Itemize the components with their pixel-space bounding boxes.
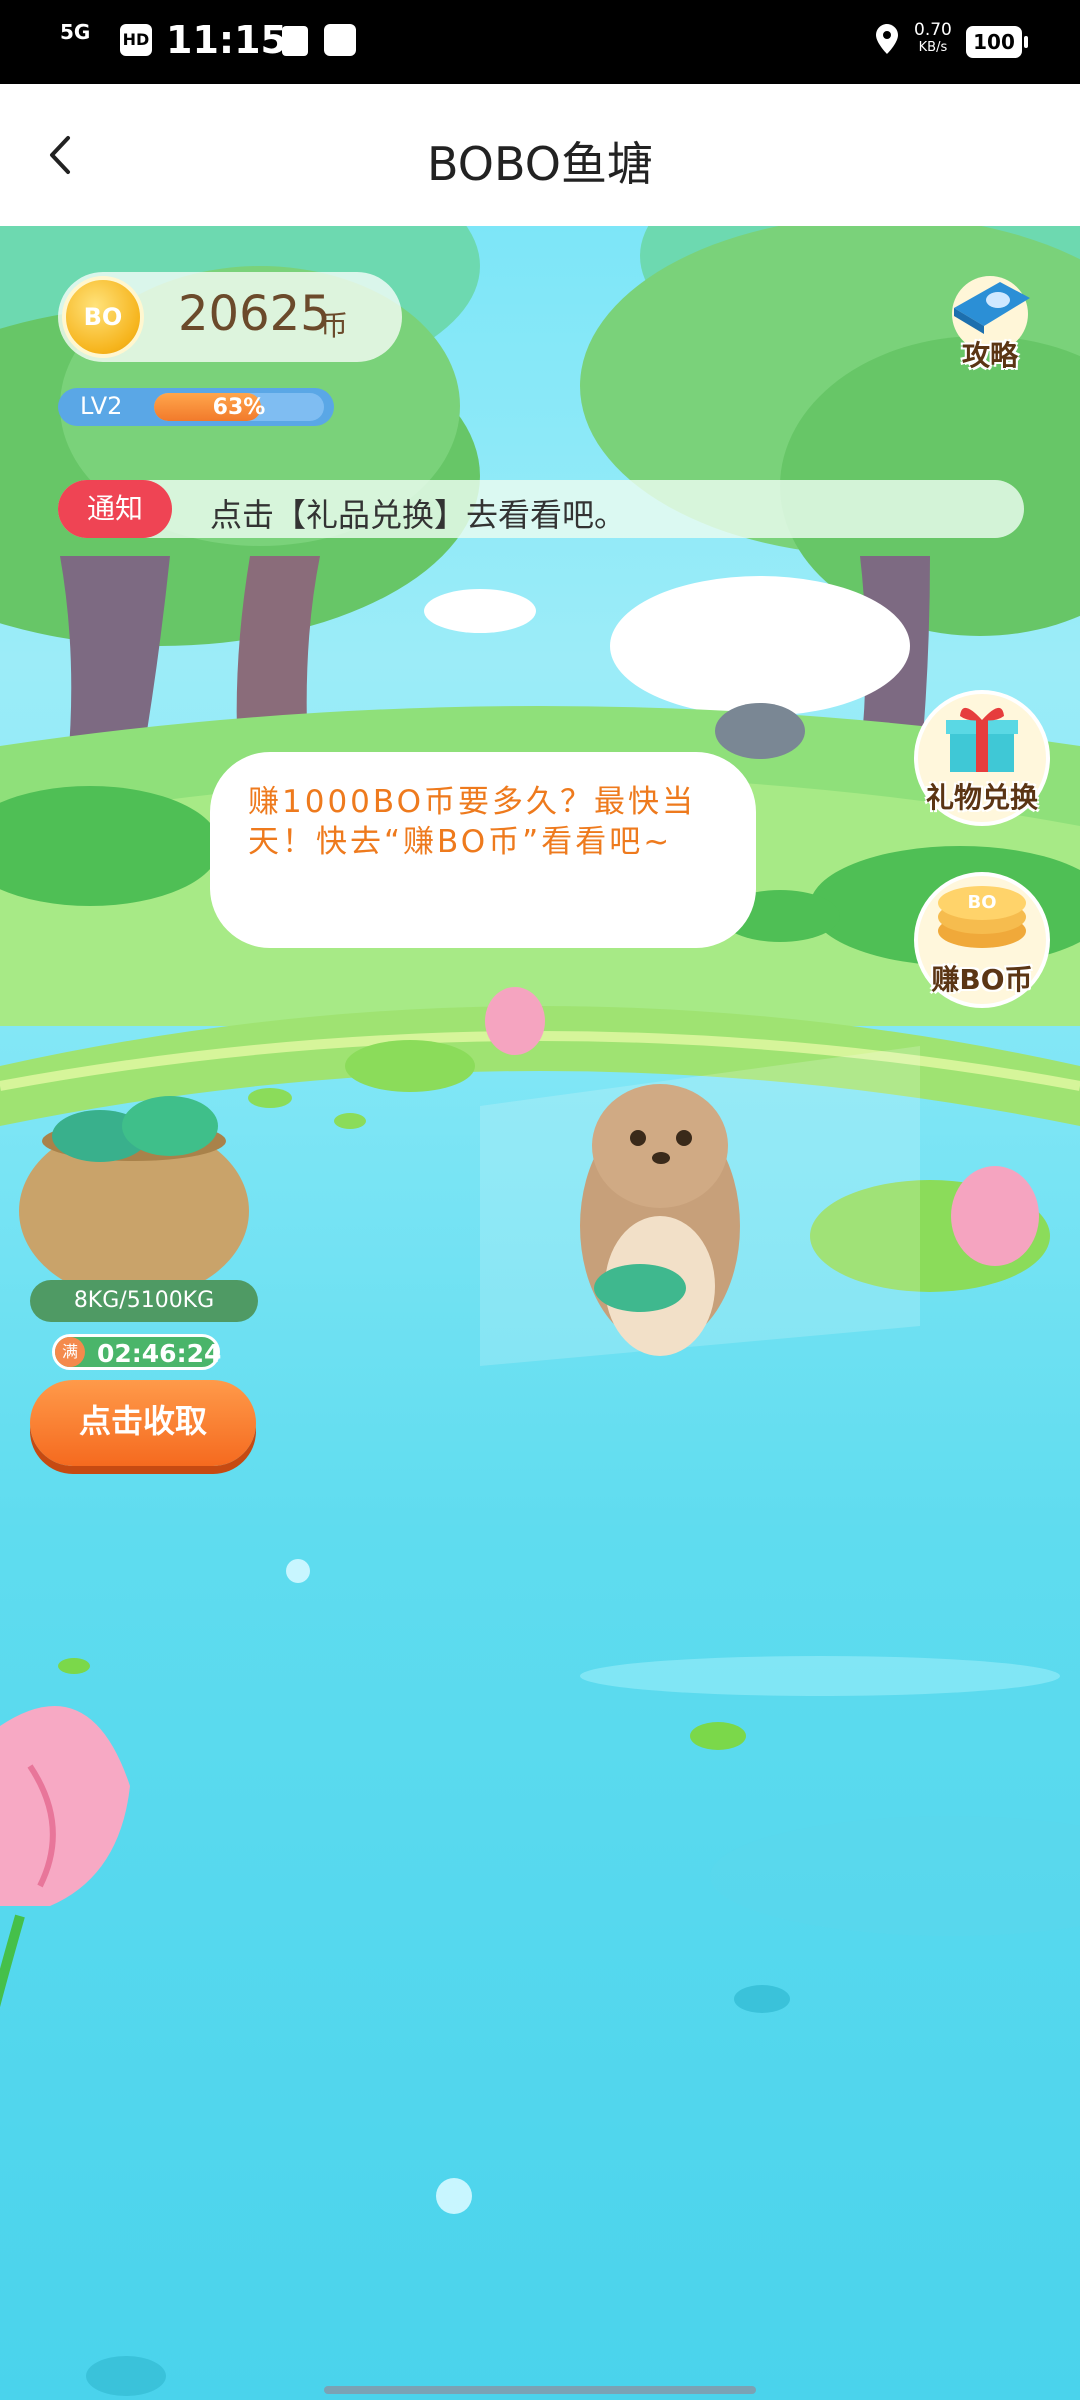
timer-text: 02:46:24: [97, 1339, 222, 1368]
task-check-icon: [282, 26, 308, 56]
notice-text: 点击【礼品兑换】去看看吧。: [210, 496, 627, 534]
bo-coin-icon: BO: [62, 276, 144, 358]
hd-icon: HD: [120, 24, 152, 56]
home-indicator[interactable]: [324, 2386, 756, 2394]
speed-unit: KB/s: [918, 40, 948, 55]
notice-tag: 通知: [58, 480, 172, 538]
basket-timer: 满 02:46:24: [52, 1334, 222, 1370]
level-label: LV2: [80, 392, 123, 420]
status-time: 11:15: [166, 18, 287, 62]
level-percent: 63%: [212, 395, 266, 420]
page-title: BOBO鱼塘: [427, 137, 653, 191]
coin-unit: 币: [320, 309, 349, 342]
network-speed: 0.70 KB/s: [914, 22, 952, 56]
earn-coins-label: 赚BO币: [931, 963, 1033, 996]
gift-icon: [946, 707, 1018, 772]
notice-banner[interactable]: 通知 点击【礼品兑换】去看看吧。: [58, 480, 1024, 538]
earn-coins-button[interactable]: BO 赚BO币: [914, 872, 1050, 1008]
tip-text: 赚1000BO币要多久？最快当天！快去“赚BO币”看看吧~: [248, 784, 697, 860]
level-bar: LV2 63%: [58, 388, 334, 426]
coin-stack-icon: BO: [938, 884, 1026, 954]
app-notification-icon: [324, 24, 356, 56]
tip-bubble: 赚1000BO币要多久？最快当天！快去“赚BO币”看看吧~: [210, 752, 756, 948]
gift-exchange-label: 礼物兑换: [925, 781, 1038, 814]
guide-button[interactable]: 攻略: [940, 268, 1040, 372]
full-badge: 满: [55, 1337, 85, 1367]
location-icon: [876, 24, 898, 54]
guide-label: 攻略: [961, 339, 1018, 372]
app-header: BOBO鱼塘: [0, 84, 1080, 226]
speed-value: 0.70: [914, 20, 952, 40]
coin-value: 20625: [178, 286, 331, 342]
fish-pond-scene: BO 20625 币 LV2 63% 攻略 通知 点击【礼品兑换】去看看吧。 赚…: [0, 226, 1080, 2400]
gift-exchange-button[interactable]: 礼物兑换: [914, 690, 1050, 826]
coin-balance: BO 20625 币: [58, 272, 402, 362]
collect-button[interactable]: 点击收取: [30, 1380, 256, 1466]
battery-icon: 100: [966, 26, 1028, 58]
coin-stack-top: BO: [938, 886, 1026, 920]
basket-capacity: 8KG/5100KG: [30, 1280, 258, 1322]
status-bar: 5G HD 11:15 0.70 KB/s 100: [0, 0, 1080, 84]
network-indicator: 5G: [60, 20, 91, 44]
level-progress: 63%: [154, 393, 324, 421]
